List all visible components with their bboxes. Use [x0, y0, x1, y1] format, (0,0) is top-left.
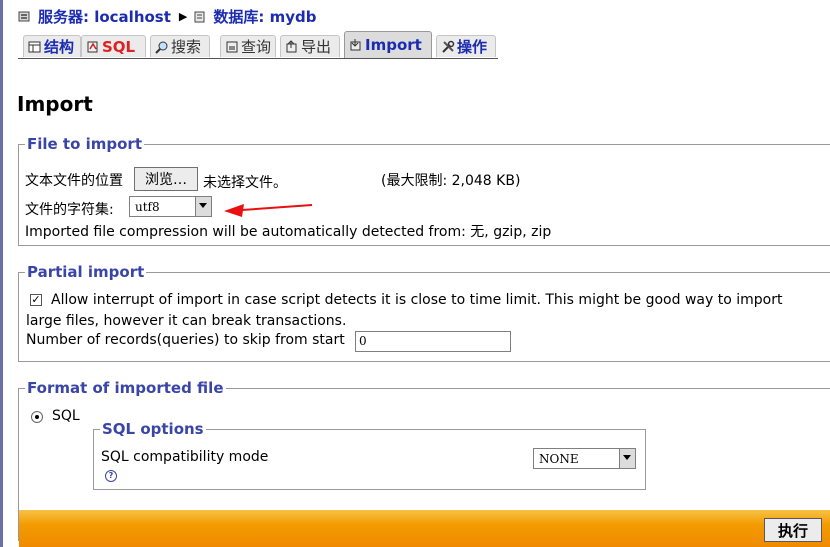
tab-structure[interactable]: 结构	[23, 35, 81, 57]
search-icon	[155, 41, 168, 54]
export-icon	[286, 39, 297, 52]
tab-export[interactable]: 导出	[280, 35, 340, 57]
structure-icon	[28, 41, 41, 52]
tab-import[interactable]: Import	[344, 31, 432, 58]
tab-bar: 结构 SQL 搜索 查询 导出 Import 操作	[18, 31, 498, 59]
section-legend: Format of imported file	[27, 379, 224, 397]
breadcrumb-server-link[interactable]: 服务器: localhost	[38, 6, 171, 27]
browse-button[interactable]: 浏览…	[134, 167, 198, 191]
max-limit-text: (最大限制: 2,048 KB)	[381, 173, 521, 189]
allow-interrupt-checkbox[interactable]: ✓	[30, 294, 42, 306]
breadcrumb: 服务器: localhost ▶ 数据库: mydb	[18, 6, 316, 27]
tab-label: 查询	[241, 38, 272, 56]
import-icon	[350, 39, 361, 51]
skip-records-input[interactable]: 0	[355, 331, 511, 352]
section-legend: File to import	[27, 135, 143, 153]
breadcrumb-database-link[interactable]: 数据库: mydb	[213, 6, 316, 27]
server-icon	[18, 11, 30, 21]
tab-label: 操作	[457, 38, 488, 56]
section-legend: SQL options	[102, 420, 204, 438]
tab-label: SQL	[102, 37, 136, 56]
no-file-text: 未选择文件。	[203, 175, 287, 191]
tab-label: 导出	[301, 38, 332, 56]
section-legend: Partial import	[27, 263, 145, 281]
sql-format-radio[interactable]	[31, 411, 43, 423]
tab-sql[interactable]: SQL	[81, 35, 146, 57]
sql-compat-label: SQL compatibility mode	[101, 449, 269, 465]
charset-select-value: utf8	[135, 200, 160, 214]
page-title: Import	[17, 92, 93, 116]
charset-label: 文件的字符集:	[25, 202, 114, 218]
sql-format-label: SQL	[52, 408, 80, 424]
tab-label: 结构	[44, 38, 75, 56]
sql-compat-select[interactable]: NONE	[533, 448, 636, 469]
go-button[interactable]: 执行	[764, 518, 822, 542]
annotation-arrow-icon	[224, 204, 313, 217]
chevron-down-icon[interactable]	[619, 449, 635, 468]
sql-compat-select-value: NONE	[539, 452, 579, 466]
chevron-down-icon[interactable]	[195, 197, 211, 216]
skip-records-label: Number of records(queries) to skip from …	[26, 332, 345, 348]
charset-select[interactable]: utf8	[129, 196, 212, 217]
operations-icon	[442, 40, 455, 53]
tab-label: 搜索	[171, 38, 202, 56]
submit-bar	[19, 510, 830, 547]
query-icon	[226, 41, 238, 52]
file-location-label: 文本文件的位置	[25, 173, 123, 189]
tab-search[interactable]: 搜索	[150, 35, 210, 57]
tab-operations[interactable]: 操作	[436, 35, 496, 57]
left-frame-border	[0, 0, 3, 547]
tab-label: Import	[365, 36, 422, 54]
help-icon[interactable]: ?	[105, 470, 117, 482]
breadcrumb-separator-icon: ▶	[178, 10, 188, 23]
tab-query[interactable]: 查询	[220, 35, 276, 57]
allow-interrupt-text-line1: Allow interrupt of import in case script…	[51, 292, 783, 308]
database-icon	[194, 11, 205, 22]
allow-interrupt-text-line2: large files, however it can break transa…	[26, 313, 347, 329]
sql-icon	[87, 41, 98, 52]
compression-note: Imported file compression will be automa…	[25, 224, 552, 240]
